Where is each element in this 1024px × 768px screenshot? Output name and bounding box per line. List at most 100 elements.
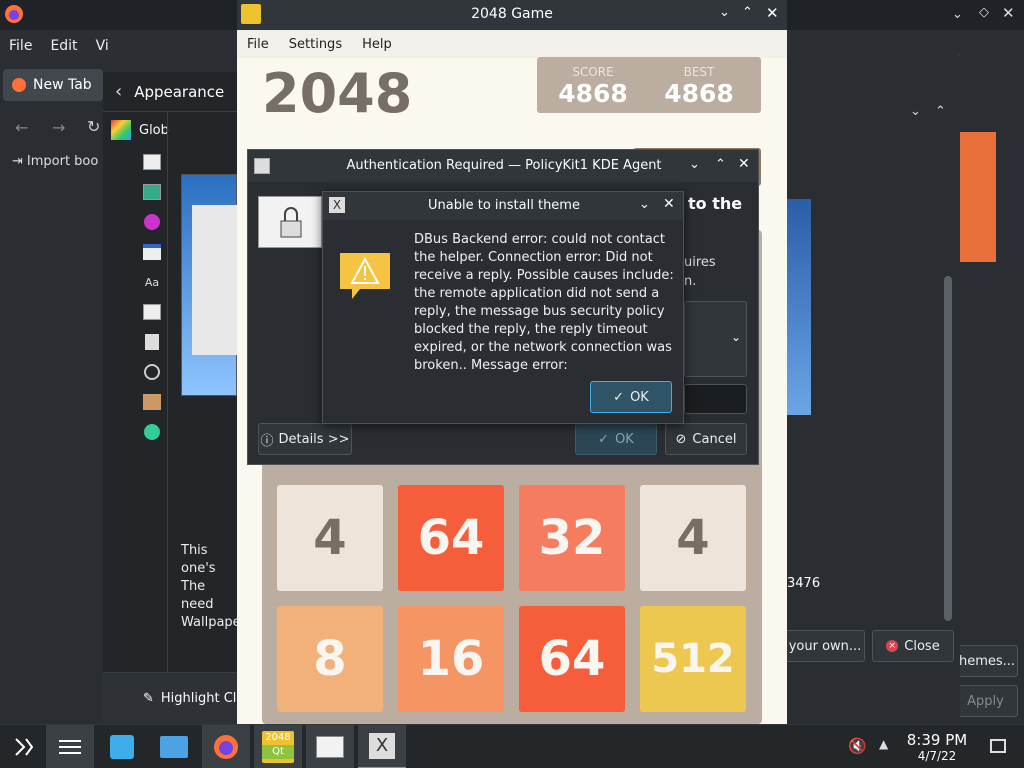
plasma-style-icon[interactable] [137,207,167,237]
auth-password-field[interactable] [684,384,747,414]
firefox-minimize-icon[interactable]: ⌄ [952,7,963,22]
task-discover[interactable] [98,725,146,768]
chevron-down-icon: ⌄ [731,330,742,344]
global-theme-label: Glob [139,122,169,138]
firefox-keep-above-icon[interactable]: ◇ [979,5,989,20]
auth-cancel-button[interactable]: ⊘ Cancel [665,423,747,455]
show-desktop-icon[interactable] [990,739,1006,753]
task-system-settings[interactable] [46,725,94,768]
forward-arrow-icon[interactable]: → [52,118,65,137]
settings-footer: ✎ Highlight Cl [103,672,237,725]
gtk-icon[interactable] [137,417,167,447]
firefox-tab-icon [12,78,26,92]
best-box: BEST 4868 [637,57,761,113]
preview-thumb-right [960,132,996,262]
game-tile: 64 [519,606,625,712]
font-management-icon[interactable] [137,387,167,417]
theme-preview-right[interactable] [787,199,811,415]
firefox-tab-new[interactable]: New Tab [3,69,103,101]
game-task-icon: 2048 Qt [262,731,294,763]
game-titlebar: 2048 Game ⌄ ⌃ ✕ [237,0,787,30]
kcm-scrollbar[interactable] [944,276,952,621]
theme-description: This one's The need Wallpape [181,543,237,630]
import-bookmarks-button[interactable]: ⇥ Import boo [12,154,98,169]
error-close-icon[interactable]: ✕ [663,196,675,212]
clock-time: 8:39 PM [906,731,968,749]
firefox-icon [4,4,24,24]
settings-task-icon [59,740,81,754]
icons-icon[interactable] [137,297,167,327]
best-label: BEST [683,65,715,79]
import-label: Import boo [26,154,99,169]
game-menu-file[interactable]: File [247,37,269,52]
firefox-menu-view[interactable]: Vi [96,38,109,54]
error-dialog: X Unable to install theme ⌄ ✕ DBus Backe… [322,191,684,424]
settings-back-icon[interactable]: ‹ [115,81,122,102]
game-close-icon[interactable]: ✕ [766,4,779,22]
firefox-menu-file[interactable]: File [9,38,32,54]
settings-title: Appearance [134,82,225,101]
pencil-icon: ✎ [143,691,154,706]
task-error-dialog[interactable]: X [358,725,406,768]
game-logo: 2048 [262,62,413,125]
auth-identity-select[interactable]: ⌄ [684,301,747,377]
game-title: 2048 Game [471,6,553,22]
task-2048[interactable]: 2048 Qt [254,725,302,768]
kcm-panel: ⌄ ⌃ 3476 your own... × Close [785,96,960,668]
kcm-maximize-icon[interactable]: ⌃ [935,104,946,119]
tray-expand-icon[interactable]: ▲ [879,737,888,751]
lock-image [258,196,322,248]
auth-heading: to the [688,194,743,213]
back-arrow-icon[interactable]: ← [15,118,28,137]
details-button[interactable]: ⓘ Details >> [258,423,352,455]
game-menu-help[interactable]: Help [362,37,392,52]
game-tile: 512 [640,606,746,712]
highlight-changed-button[interactable]: ✎ Highlight Cl [143,691,237,706]
global-theme-item[interactable]: Glob [111,120,169,140]
firefox-close-icon[interactable]: ✕ [1002,4,1015,22]
theme-preview-left[interactable] [181,174,237,396]
game-menu-settings[interactable]: Settings [289,37,342,52]
auth-ok-button[interactable]: ✓ OK [575,423,657,455]
clock[interactable]: 8:39 PM 4/7/22 [900,731,974,763]
style-icon[interactable] [137,177,167,207]
get-new-themes-button[interactable]: hemes... [960,645,1018,677]
window-decorations-icon[interactable] [137,237,167,267]
auth-title: Authentication Required — PolicyKit1 KDE… [346,158,662,173]
error-ok-button[interactable]: ✓ OK [590,381,672,413]
task-dolphin[interactable] [150,725,198,768]
auth-minimize-icon[interactable]: ⌄ [689,157,700,172]
game-tile: 4 [277,485,383,591]
kcm-minimize-icon[interactable]: ⌄ [910,104,921,119]
task-policykit[interactable] [306,725,354,768]
import-icon: ⇥ [12,154,23,169]
apply-button[interactable]: ✓Apply [960,685,1018,717]
settings-sidebar: Aa [137,147,167,447]
error-minimize-icon[interactable]: ⌄ [639,197,650,212]
firefox-menu-edit[interactable]: Edit [50,38,77,54]
game-tile: 16 [398,606,504,712]
auth-maximize-icon[interactable]: ⌃ [715,157,726,172]
auth-titlebar: Authentication Required — PolicyKit1 KDE… [248,150,758,182]
splash-icon[interactable] [137,357,167,387]
game-minimize-icon[interactable]: ⌄ [719,5,730,20]
close-button[interactable]: × Close [872,630,954,662]
cursors-icon[interactable] [137,327,167,357]
error-titlebar: X Unable to install theme ⌄ ✕ [323,192,683,220]
firefox-tab-label: New Tab [33,77,92,93]
reload-icon[interactable]: ↻ [87,117,100,136]
checkmark-icon: ✓ [960,694,961,709]
auth-close-icon[interactable]: ✕ [738,156,750,172]
volume-muted-icon[interactable]: 🔇 [848,737,867,755]
game-maximize-icon[interactable]: ⌃ [742,5,753,20]
settings-header: ‹ Appearance [103,72,237,112]
score-value: 4868 [558,79,628,108]
global-theme-icon [111,120,131,140]
app-launcher-icon[interactable] [0,725,48,768]
warning-icon [338,249,392,303]
colors-icon[interactable] [137,147,167,177]
theme-number-text: 3476 [787,576,821,591]
fonts-icon[interactable]: Aa [137,267,167,297]
task-firefox[interactable] [202,725,250,768]
write-your-own-button[interactable]: your own... [785,630,865,662]
